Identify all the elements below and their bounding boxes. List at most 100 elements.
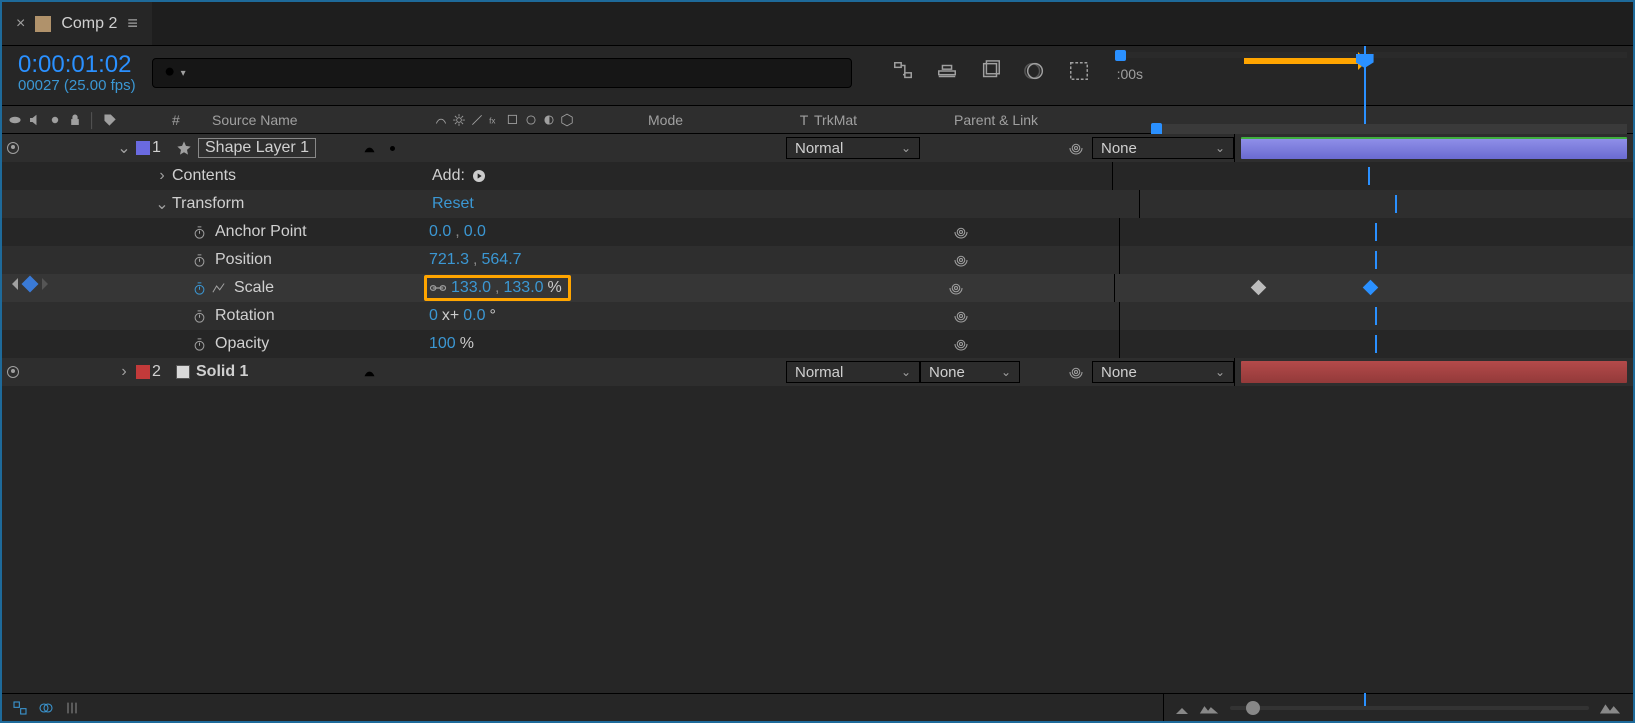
close-tab-icon[interactable]: × — [16, 15, 25, 33]
layer-row-1[interactable]: ⌄ 1 Shape Layer 1 Normal⌄ None⌄ — [2, 134, 1633, 162]
blend-mode-dropdown-2[interactable]: Normal⌄ — [786, 361, 920, 383]
keyframe-marker-current[interactable] — [1363, 280, 1379, 296]
toolbar-icons — [862, 46, 1108, 82]
zoom-to-frame-icon[interactable] — [1176, 702, 1188, 714]
anchor-point-value[interactable]: 0.0,0.0 — [429, 223, 643, 241]
comp-flowchart-icon[interactable] — [892, 60, 914, 82]
search-icon — [163, 65, 179, 81]
stopwatch-icon[interactable] — [192, 309, 207, 324]
toggle-switches-icon[interactable] — [12, 700, 28, 716]
rotation-row[interactable]: Rotation 0x+0.0° — [2, 302, 1633, 330]
pickwhip-icon[interactable] — [952, 223, 970, 241]
quality-switch[interactable] — [408, 365, 423, 380]
rotation-value[interactable]: 0x+0.0° — [429, 307, 643, 325]
preserve-transparency-column[interactable]: T — [794, 112, 814, 128]
frame-rate-label: 00027 (25.00 fps) — [18, 78, 136, 95]
stopwatch-icon-active[interactable] — [192, 281, 207, 296]
twirl-layer-2[interactable]: › — [114, 363, 134, 381]
layer-rows: ⌄ 1 Shape Layer 1 Normal⌄ None⌄ — [2, 134, 1633, 693]
layer-row-2[interactable]: › 2 Solid 1 Normal⌄ None⌄ None⌄ — [2, 358, 1633, 386]
anchor-point-row[interactable]: Anchor Point 0.0,0.0 — [2, 218, 1633, 246]
add-keyframe-icon[interactable] — [22, 276, 39, 293]
composition-icon — [35, 16, 51, 32]
shy-switch[interactable] — [362, 141, 377, 156]
timecode[interactable]: 0:00:01:02 00027 (25.00 fps) — [2, 46, 152, 97]
keyframe-marker[interactable] — [1251, 280, 1267, 296]
composition-tab[interactable]: × Comp 2 ≡ — [2, 2, 152, 45]
layer-bar-1[interactable] — [1241, 137, 1627, 159]
parent-dropdown-1[interactable]: None⌄ — [1092, 137, 1234, 159]
solo-column-icon[interactable] — [48, 113, 62, 127]
zoom-in-icon[interactable] — [1599, 701, 1621, 715]
position-row[interactable]: Position 721.3,564.7 — [2, 246, 1633, 274]
zoom-slider[interactable] — [1230, 706, 1589, 710]
scale-row[interactable]: Scale 133.0,133.0% — [2, 274, 1633, 302]
graph-editor-link-icon[interactable] — [211, 281, 226, 296]
frame-blend-toggle-icon[interactable] — [64, 700, 80, 716]
draft3d-icon[interactable] — [980, 60, 1002, 82]
header-row: 0:00:01:02 00027 (25.00 fps) ▾ :00s — [2, 46, 1633, 106]
motion-blur-icon[interactable] — [1024, 60, 1046, 82]
contents-row[interactable]: › Contents Add: — [2, 162, 1633, 190]
stopwatch-icon[interactable] — [192, 337, 207, 352]
zoom-out-icon[interactable] — [1198, 701, 1220, 715]
next-keyframe-icon[interactable] — [42, 278, 54, 290]
3d-switch-icon — [560, 113, 574, 127]
index-column[interactable]: # — [172, 112, 212, 128]
eye-column-icon[interactable] — [8, 113, 22, 127]
pickwhip-icon[interactable] — [1067, 139, 1085, 157]
label-color-1[interactable] — [136, 141, 150, 155]
parent-link-column[interactable]: Parent & Link — [954, 112, 1144, 128]
opacity-row[interactable]: Opacity 100% — [2, 330, 1633, 358]
lock-column-icon[interactable] — [68, 113, 82, 127]
shy-switch[interactable] — [362, 365, 377, 380]
twirl-transform[interactable]: ⌄ — [152, 194, 172, 214]
layer-name-2[interactable]: Solid 1 — [176, 363, 362, 381]
twirl-layer-1[interactable]: ⌄ — [114, 138, 134, 158]
layer-name-1[interactable]: Shape Layer 1 — [176, 138, 362, 158]
collapse-switch[interactable] — [385, 141, 400, 156]
constrain-proportions-icon[interactable] — [429, 282, 447, 294]
keyframe-navigator[interactable] — [6, 278, 54, 290]
render-queue-icon[interactable] — [936, 60, 958, 82]
trkmat-dropdown-2[interactable]: None⌄ — [920, 361, 1020, 383]
prev-keyframe-icon[interactable] — [6, 278, 18, 290]
tab-menu-icon[interactable]: ≡ — [127, 13, 138, 34]
parent-dropdown-2[interactable]: None⌄ — [1092, 361, 1234, 383]
stopwatch-icon[interactable] — [192, 225, 207, 240]
pickwhip-icon[interactable] — [1067, 363, 1085, 381]
source-name-column[interactable]: Source Name — [212, 112, 434, 128]
add-menu-icon[interactable] — [471, 168, 487, 184]
zoom-slider-knob[interactable] — [1246, 701, 1260, 715]
timeline-zoom[interactable] — [1163, 694, 1633, 721]
pickwhip-icon[interactable] — [952, 335, 970, 353]
visibility-toggle[interactable] — [7, 142, 19, 154]
blend-mode-dropdown-1[interactable]: Normal⌄ — [786, 137, 920, 159]
reset-transform-link[interactable]: Reset — [432, 195, 474, 213]
twirl-contents[interactable]: › — [152, 167, 172, 185]
transform-row[interactable]: ⌄ Transform Reset — [2, 190, 1633, 218]
pickwhip-icon[interactable] — [952, 251, 970, 269]
current-timecode[interactable]: 0:00:01:02 — [18, 52, 136, 78]
trkmat-column[interactable]: TrkMat — [814, 112, 954, 128]
layer-bar-2[interactable] — [1241, 361, 1627, 383]
pickwhip-icon[interactable] — [947, 279, 965, 297]
label-color-2[interactable] — [136, 365, 150, 379]
motionblur-switch-icon — [524, 113, 538, 127]
scale-value[interactable]: 133.0,133.0% — [424, 275, 638, 301]
work-area-start-handle[interactable] — [1115, 50, 1126, 61]
search-input[interactable]: ▾ — [152, 58, 852, 88]
graph-editor-icon[interactable] — [1068, 60, 1090, 82]
label-column-icon[interactable] — [103, 113, 117, 127]
mode-column[interactable]: Mode — [644, 112, 794, 128]
switches-column[interactable]: fx — [434, 113, 644, 127]
tab-title: Comp 2 — [61, 15, 117, 33]
opacity-value[interactable]: 100% — [429, 335, 643, 353]
stopwatch-icon[interactable] — [192, 253, 207, 268]
pickwhip-icon[interactable] — [952, 307, 970, 325]
toggle-modes-icon[interactable] — [38, 700, 54, 716]
visibility-toggle[interactable] — [7, 366, 19, 378]
position-value[interactable]: 721.3,564.7 — [429, 251, 643, 269]
quality-switch[interactable] — [408, 141, 423, 156]
audio-column-icon[interactable] — [28, 113, 42, 127]
